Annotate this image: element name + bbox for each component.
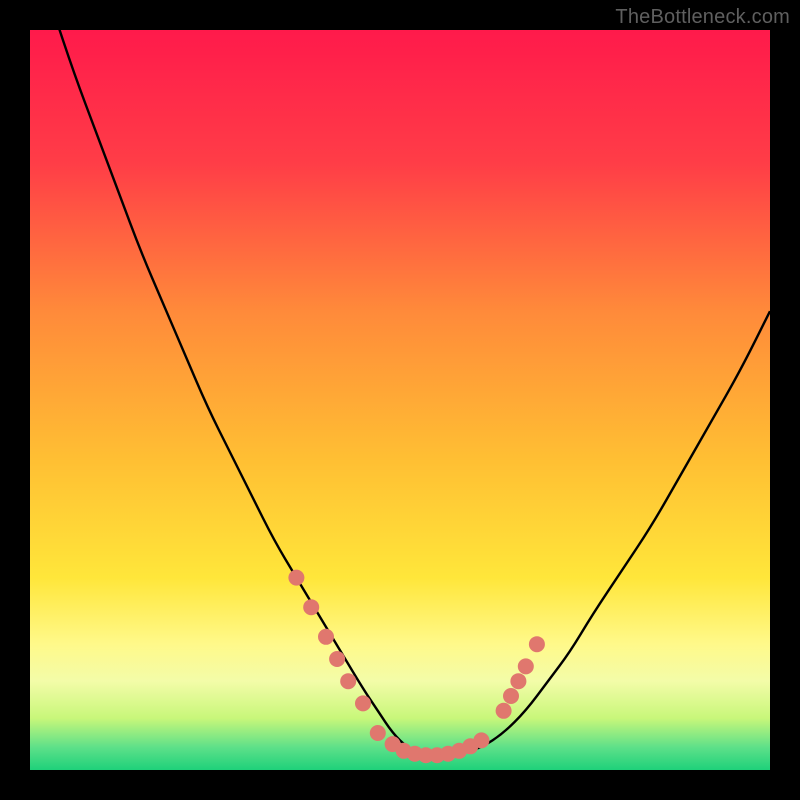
marker-dot — [340, 673, 356, 689]
marker-dot — [303, 599, 319, 615]
marker-dot — [473, 732, 489, 748]
plot-area — [30, 30, 770, 770]
marker-dot — [318, 629, 334, 645]
marker-dot — [329, 651, 345, 667]
marker-dot — [510, 673, 526, 689]
marker-dot — [370, 725, 386, 741]
chart-svg — [30, 30, 770, 770]
marker-dot — [496, 703, 512, 719]
chart-frame: TheBottleneck.com — [0, 0, 800, 800]
watermark-text: TheBottleneck.com — [615, 6, 790, 29]
marker-dot — [503, 688, 519, 704]
marker-dot — [355, 695, 371, 711]
marker-dot — [288, 570, 304, 586]
marker-dot — [529, 636, 545, 652]
bottleneck-curve — [30, 0, 770, 755]
marker-dot — [518, 658, 534, 674]
